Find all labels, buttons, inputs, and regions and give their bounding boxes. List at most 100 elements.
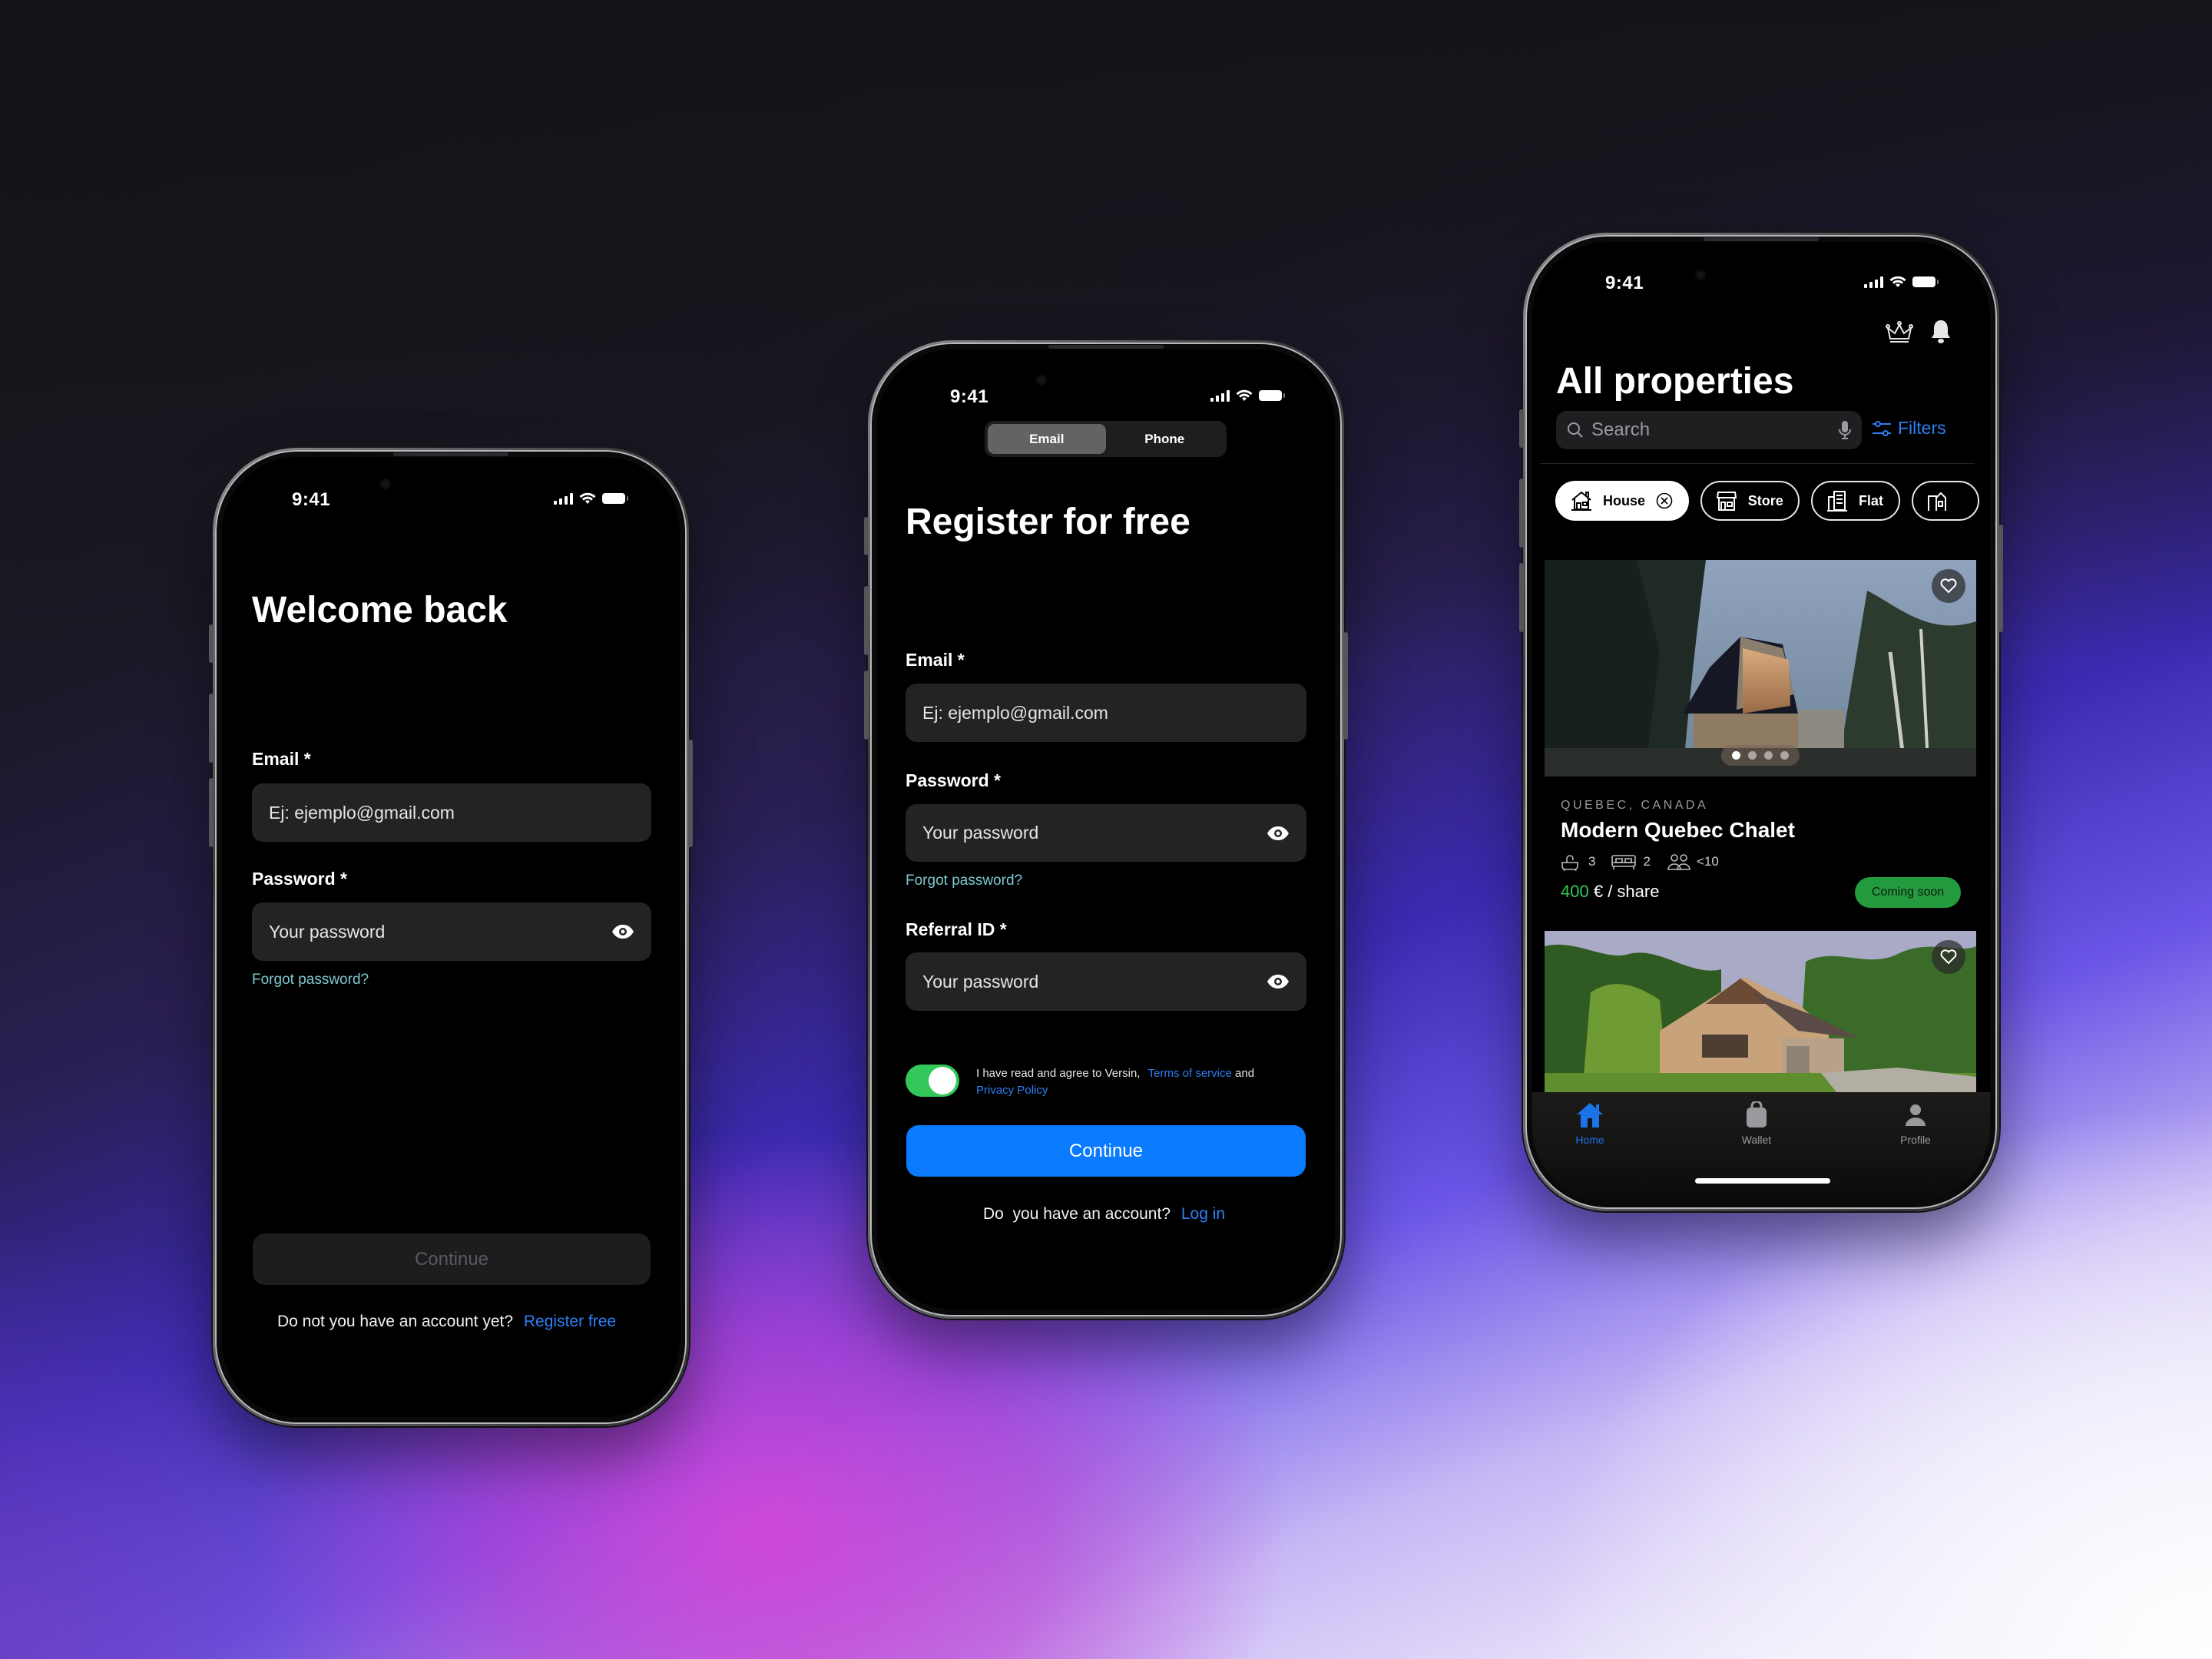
- eye-icon[interactable]: [1267, 826, 1290, 841]
- bath-icon: [1561, 855, 1578, 871]
- front-camera: [380, 478, 391, 489]
- email-placeholder: Ej: ejemplo@gmail.com: [269, 802, 455, 823]
- status-time: 9:41: [1605, 273, 1644, 293]
- filters-label: Filters: [1898, 418, 1946, 438]
- signal-icon: [1210, 389, 1230, 402]
- listing-photo[interactable]: [1545, 560, 1976, 777]
- properties-screen: 9:41 All properties Search Filters House…: [1532, 242, 1990, 1202]
- category-chips: House Store Flat: [1555, 481, 1979, 524]
- page-dot[interactable]: [1732, 751, 1740, 760]
- listing-location: QUEBEC, CANADA: [1561, 799, 1709, 812]
- tab-wallet[interactable]: Wallet: [1726, 1101, 1787, 1146]
- search-field[interactable]: Search: [1556, 411, 1862, 449]
- favorite-button[interactable]: [1932, 940, 1965, 974]
- chip-flat[interactable]: Flat: [1810, 481, 1900, 521]
- signal-icon: [554, 492, 573, 505]
- referral-placeholder: Your password: [922, 971, 1039, 992]
- login-prompt: Do you have an account? Log in: [983, 1205, 1225, 1224]
- email-placeholder: Ej: ejemplo@gmail.com: [922, 702, 1108, 723]
- password-field[interactable]: Your password: [906, 804, 1306, 862]
- chip-house[interactable]: House: [1555, 481, 1689, 521]
- status-icons: [554, 492, 628, 505]
- tab-home[interactable]: Home: [1563, 1101, 1617, 1146]
- remove-filter-icon[interactable]: [1656, 492, 1673, 509]
- status-time: 9:41: [292, 489, 331, 510]
- toggle-knob: [929, 1067, 956, 1094]
- forgot-password-link[interactable]: Forgot password?: [906, 873, 1022, 889]
- status-badge: Coming soon: [1855, 877, 1961, 908]
- forgot-password-link[interactable]: Forgot password?: [252, 972, 369, 988]
- chip-store[interactable]: Store: [1700, 481, 1800, 521]
- chip-flat-label: Flat: [1858, 492, 1883, 508]
- listing-features: 3 2 <10: [1561, 853, 1719, 871]
- bell-icon[interactable]: [1929, 319, 1952, 345]
- tab-profile[interactable]: Profile: [1885, 1101, 1946, 1146]
- chalet-photo: [1545, 560, 1976, 777]
- battery-icon: [602, 493, 628, 504]
- signal-icon: [1864, 276, 1883, 288]
- password-placeholder: Your password: [269, 921, 386, 942]
- login-prompt-text: Do you have an account?: [983, 1205, 1171, 1223]
- search-icon: [1568, 422, 1583, 438]
- listing-title[interactable]: Modern Quebec Chalet: [1561, 818, 1795, 843]
- wifi-icon: [579, 492, 596, 504]
- price-suffix: € / share: [1593, 882, 1660, 901]
- tab-profile-label: Profile: [1900, 1134, 1931, 1146]
- status-icons: [1210, 389, 1285, 402]
- listing-price: 400 € / share: [1561, 882, 1659, 902]
- email-field[interactable]: Ej: ejemplo@gmail.com: [252, 783, 651, 842]
- chip-building[interactable]: [1911, 481, 1979, 521]
- bed-icon: [1611, 855, 1637, 869]
- page-dot[interactable]: [1780, 751, 1789, 760]
- heart-icon: [1940, 949, 1957, 965]
- privacy-policy-link[interactable]: Privacy Policy: [976, 1084, 1048, 1097]
- building-icon: [1927, 492, 1946, 511]
- password-label: Password *: [252, 869, 347, 889]
- filters-button[interactable]: Filters: [1872, 418, 1946, 439]
- eye-icon[interactable]: [611, 924, 634, 939]
- eye-icon[interactable]: [1267, 974, 1290, 989]
- terms-toggle[interactable]: [906, 1065, 959, 1097]
- continue-button[interactable]: Continue: [906, 1125, 1306, 1177]
- page-title: Register for free: [906, 502, 1190, 542]
- segment-phone[interactable]: Phone: [1106, 424, 1224, 454]
- status-time: 9:41: [950, 386, 989, 407]
- guests-icon: [1667, 854, 1690, 870]
- house-icon: [1571, 491, 1591, 511]
- page-dot[interactable]: [1764, 751, 1773, 760]
- house-photo: [1545, 931, 1976, 1092]
- bed-count: 2: [1643, 854, 1651, 869]
- photo-pagination: [1721, 745, 1800, 766]
- log-in-link[interactable]: Log in: [1181, 1205, 1225, 1223]
- page-title: All properties: [1556, 361, 1794, 402]
- password-label: Password *: [906, 770, 1001, 790]
- segment-email[interactable]: Email: [988, 424, 1106, 454]
- terms-text: I have read and agree to Versin, Terms o…: [976, 1065, 1306, 1099]
- chip-house-label: House: [1603, 492, 1646, 508]
- password-placeholder: Your password: [922, 823, 1039, 843]
- continue-button[interactable]: Continue: [253, 1233, 651, 1285]
- register-free-link[interactable]: Register free: [524, 1313, 616, 1330]
- home-indicator[interactable]: [1695, 1178, 1830, 1184]
- phone-properties: 9:41 All properties Search Filters House…: [1519, 233, 2003, 1211]
- listing-photo[interactable]: [1545, 931, 1976, 1092]
- page-dot[interactable]: [1748, 751, 1757, 760]
- store-icon: [1716, 492, 1737, 511]
- price-amount: 400: [1561, 882, 1589, 901]
- password-field[interactable]: Your password: [252, 902, 651, 961]
- favorite-button[interactable]: [1932, 569, 1965, 603]
- battery-icon: [1912, 276, 1939, 287]
- heart-icon: [1940, 578, 1957, 594]
- login-screen: 9:41 Welcome back Email * Ej: ejemplo@gm…: [222, 457, 680, 1417]
- header-divider: [1540, 463, 1975, 464]
- referral-label: Referral ID *: [906, 919, 1007, 939]
- terms-of-service-link[interactable]: Terms of service: [1148, 1067, 1232, 1080]
- flat-icon: [1826, 491, 1847, 512]
- home-icon: [1577, 1103, 1603, 1128]
- wifi-icon: [1236, 389, 1253, 401]
- crown-icon[interactable]: [1886, 320, 1913, 343]
- referral-field[interactable]: Your password: [906, 952, 1306, 1011]
- microphone-icon[interactable]: [1839, 420, 1851, 440]
- email-field[interactable]: Ej: ejemplo@gmail.com: [906, 684, 1306, 742]
- terms-and: and: [1235, 1067, 1255, 1080]
